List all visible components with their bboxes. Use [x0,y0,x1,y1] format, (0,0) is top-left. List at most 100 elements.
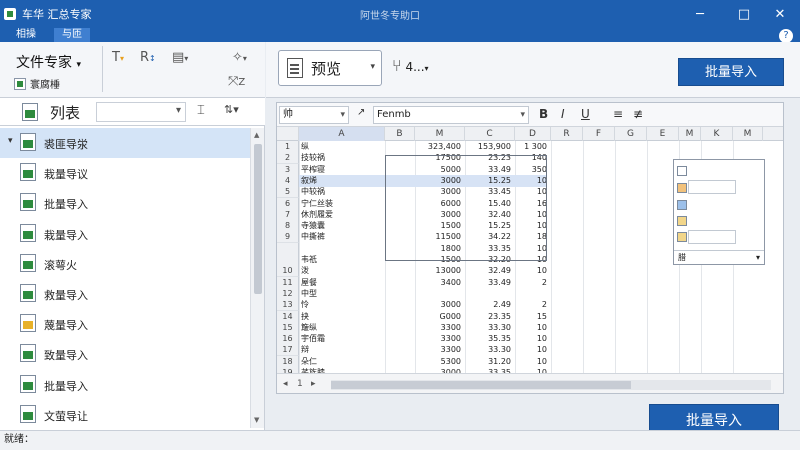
cell[interactable]: 泼 [301,265,385,277]
column-header[interactable]: A [299,127,385,141]
cell[interactable]: 2 [517,299,551,311]
cell[interactable]: 抉 [301,311,385,323]
cell[interactable]: 15.25 [467,220,515,232]
horizontal-scrollbar[interactable] [331,380,771,390]
cell[interactable]: 3000 [417,209,465,221]
first-sheet-icon[interactable]: ◂ [283,379,288,389]
cell[interactable]: 簸纵 [301,322,385,334]
list-item[interactable]: 蔑量导入 [0,309,250,339]
cell[interactable]: 3300 [417,333,465,345]
option-icon-4[interactable] [677,216,687,226]
table-layout-icon[interactable]: ▤▾ [172,50,188,65]
cell[interactable]: 6000 [417,198,465,210]
column-header[interactable]: B [385,127,415,141]
cell[interactable]: 33.49 [467,277,515,289]
row-number[interactable] [277,254,299,266]
sort-icon[interactable]: R↕ [140,50,156,65]
cell[interactable]: 纵 [301,141,385,153]
cell[interactable]: G000 [417,311,465,323]
cell[interactable] [517,288,551,300]
preview-button[interactable]: 预览 ▾ [278,50,382,86]
cell[interactable]: 33.35 [467,243,515,255]
scroll-up-icon[interactable]: ▲ [254,131,259,139]
cell[interactable]: 1800 [417,243,465,255]
cell[interactable]: 10 [517,333,551,345]
cell[interactable]: 35.35 [467,333,515,345]
cell[interactable]: 5000 [417,164,465,176]
cell[interactable]: 350 [517,164,551,176]
recent-button[interactable]: 寰腐棰 [14,76,60,91]
row-number[interactable]: 9 [277,231,299,244]
cell[interactable]: 韦祇 [301,254,385,266]
cell[interactable]: 屋餐 [301,277,385,289]
cell[interactable]: 10 [517,220,551,232]
list-item[interactable]: 文萤导让 [0,400,250,430]
cell[interactable]: 18 [517,231,551,243]
cell[interactable]: 15.25 [467,175,515,187]
option-icon-5[interactable] [677,232,687,242]
cell[interactable]: 3400 [417,277,465,289]
column-header[interactable]: C [465,127,515,141]
cell[interactable]: 3000 [417,186,465,198]
cell[interactable]: 朵仁 [301,356,385,368]
cell[interactable]: 3000 [417,175,465,187]
cell[interactable]: 1500 [417,254,465,266]
cell[interactable]: 10 [517,322,551,334]
cell[interactable]: 140 [517,152,551,164]
cell[interactable]: 10 [517,344,551,356]
row-number[interactable]: 15 [277,321,299,334]
cell[interactable]: 3300 [417,344,465,356]
option-dropdown[interactable]: 腊 [674,250,764,264]
cell[interactable]: 2.49 [467,299,515,311]
cell[interactable]: 1 300 [517,141,551,153]
text-cursor-icon[interactable]: ⌶ [197,103,205,118]
font-style-select[interactable]: 帅 [279,106,349,124]
option-icon-2[interactable] [677,183,687,193]
row-number[interactable]: 14 [277,310,299,323]
cell[interactable]: 休剂履爱 [301,209,385,221]
cell[interactable]: 寺猿囊 [301,220,385,232]
cell[interactable]: 153,900 [467,141,515,153]
minimize-button[interactable]: ─ [680,0,720,28]
cell[interactable]: 23.23 [467,152,515,164]
option-icon-3[interactable] [677,200,687,210]
cell[interactable]: 13000 [417,265,465,277]
cell[interactable]: 33.30 [467,322,515,334]
merge-icon[interactable]: ⤧Z [228,74,245,89]
cell[interactable]: 中较祸 [301,186,385,198]
pointer-icon[interactable]: ↗ [357,107,365,118]
list-item[interactable]: 致量导入 [0,339,250,369]
bold-button[interactable]: B [539,107,548,121]
sort-options-icon[interactable]: ⇅▾ [224,103,239,116]
column-header[interactable]: G [615,127,647,141]
option-field-2[interactable] [688,230,736,244]
file-expert-menu[interactable]: 文件专家 ▾ [16,52,81,72]
row-number[interactable]: 4 [277,174,299,187]
option-field-1[interactable] [688,180,736,194]
list-item[interactable]: 批量导入 [0,188,250,218]
number-format-button[interactable]: ⑂ 4...▾ [392,56,429,75]
cell[interactable]: 辩 [301,344,385,356]
list-item[interactable]: 批量导入 [0,370,250,400]
cell[interactable]: 1500 [417,220,465,232]
cell[interactable]: 323,400 [417,141,465,153]
next-sheet-icon[interactable]: ▸ [311,379,316,389]
row-number[interactable]: 12 [277,287,299,300]
underline-button[interactable]: U [581,107,590,121]
scroll-thumb[interactable] [254,144,262,294]
cell[interactable]: 10 [517,243,551,255]
cell[interactable]: 33.49 [467,164,515,176]
cell[interactable]: 10 [517,209,551,221]
row-number[interactable]: 6 [277,197,299,210]
align-left-icon[interactable]: ≡ [613,107,623,121]
cell[interactable]: 11500 [417,231,465,243]
cell[interactable]: 10 [517,175,551,187]
menu-item-2[interactable]: 与匝 [54,28,90,42]
font-name-select[interactable]: Fenmb [373,106,529,124]
cell[interactable]: 33.45 [467,186,515,198]
list-item[interactable]: ▾ 裘匪导泶 [0,128,250,158]
cell[interactable]: 叙烯 [301,175,385,187]
cell[interactable]: 10 [517,186,551,198]
row-number[interactable]: 10 [277,265,299,278]
list-scrollbar[interactable]: ▲ ▼ [250,128,264,428]
